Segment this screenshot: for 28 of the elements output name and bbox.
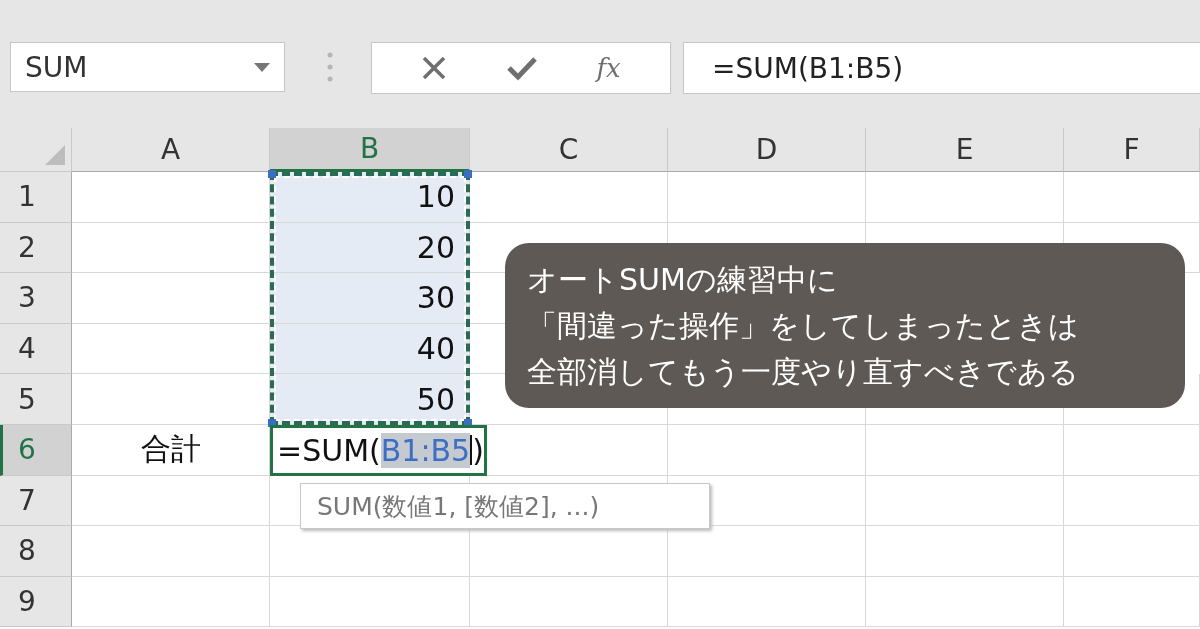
table-cell: 30 xyxy=(270,273,470,324)
column-header[interactable]: B xyxy=(270,128,470,172)
row-header[interactable]: 1 xyxy=(0,172,72,223)
table-cell: 10 xyxy=(270,172,470,223)
row-header[interactable]: 4 xyxy=(0,323,72,375)
row-header[interactable]: 8 xyxy=(0,526,72,577)
row-header[interactable]: 5 xyxy=(0,374,72,425)
row-header[interactable]: 7 xyxy=(0,475,72,527)
table-cell: 50 xyxy=(270,374,470,425)
editing-cell[interactable]: =SUM(B1:B5) xyxy=(270,424,487,476)
column-header[interactable]: A xyxy=(72,128,270,172)
column-header[interactable]: F xyxy=(1064,128,1200,172)
column-header[interactable]: C xyxy=(470,128,668,172)
insert-function-button[interactable]: fx xyxy=(596,53,621,83)
callout-text: 「間違った操作」をしてしまったときは xyxy=(527,306,1080,345)
formula-field[interactable]: =SUM(B1:B5) xyxy=(683,42,1200,94)
row-header[interactable]: 3 xyxy=(0,273,72,324)
column-header[interactable]: D xyxy=(668,128,866,172)
table-cell: 40 xyxy=(270,323,470,375)
function-tooltip: SUM(数値1, [数値2], ...) xyxy=(300,483,710,529)
callout-text: 全部消してもう一度やり直すべきである xyxy=(527,352,1080,391)
callout-text: オートSUMの練習中に xyxy=(527,260,839,299)
table-cell: 20 xyxy=(270,222,470,274)
row-header[interactable]: 9 xyxy=(0,576,72,628)
name-box[interactable]: SUM xyxy=(10,42,285,92)
row-header[interactable]: 6 xyxy=(0,424,72,476)
column-header[interactable]: E xyxy=(866,128,1064,172)
row-header[interactable]: 2 xyxy=(0,222,72,274)
